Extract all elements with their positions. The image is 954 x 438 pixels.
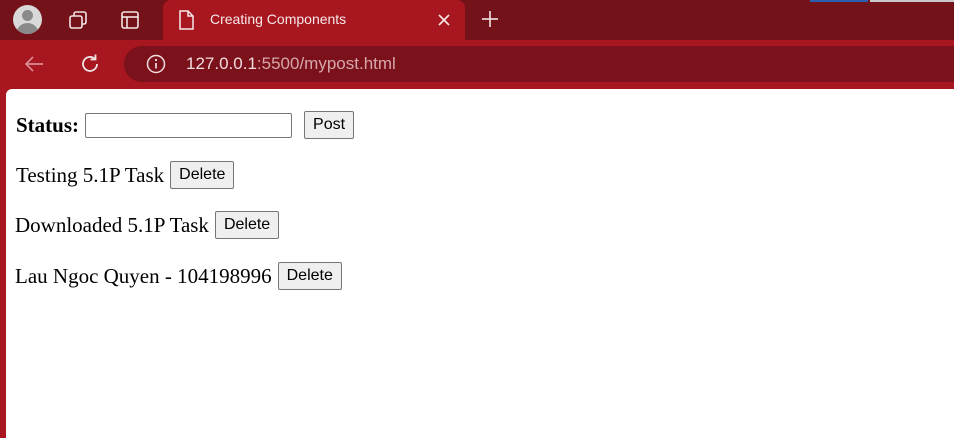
post-text: Lau Ngoc Quyen - 104198996 <box>15 263 272 288</box>
post-text: Testing 5.1P Task <box>16 162 165 187</box>
close-icon[interactable] <box>434 10 454 30</box>
post-item: Testing 5.1P Task Delete <box>16 160 235 190</box>
browser-toolbar: 127.0.0.1:5500/mypost.html <box>0 40 954 88</box>
status-label: Status: <box>16 112 80 137</box>
status-input[interactable] <box>85 112 293 138</box>
tab-actions-icon[interactable] <box>119 9 141 31</box>
status-form: Status: Post <box>16 110 355 140</box>
post-button[interactable]: Post <box>304 111 355 139</box>
new-tab-icon[interactable] <box>479 8 501 30</box>
reload-icon[interactable] <box>78 52 102 76</box>
page-icon <box>179 10 194 30</box>
post-text: Downloaded 5.1P Task <box>15 212 209 237</box>
url-text: 127.0.0.1:5500/mypost.html <box>186 54 396 74</box>
workspaces-icon[interactable] <box>67 9 89 31</box>
post-item: Downloaded 5.1P Task Delete <box>15 210 280 240</box>
tab-strip: Creating Components <box>0 0 954 40</box>
active-tab[interactable]: Creating Components <box>163 0 465 40</box>
site-info-icon[interactable] <box>146 54 166 74</box>
delete-button[interactable]: Delete <box>277 262 342 290</box>
url-path: :5500/mypost.html <box>256 54 396 73</box>
address-bar[interactable]: 127.0.0.1:5500/mypost.html <box>124 46 954 82</box>
profile-avatar-icon[interactable] <box>13 5 42 34</box>
post-item: Lau Ngoc Quyen - 104198996 Delete <box>15 261 342 291</box>
page-content: Status: Post Testing 5.1P Task Delete Do… <box>6 89 954 438</box>
delete-button[interactable]: Delete <box>214 211 280 239</box>
url-host: 127.0.0.1 <box>186 54 257 73</box>
tab-title: Creating Components <box>210 11 347 27</box>
delete-button[interactable]: Delete <box>170 161 235 189</box>
window-accent-line-2 <box>870 0 954 2</box>
back-arrow-icon[interactable] <box>22 52 46 76</box>
window-accent-line <box>810 0 868 2</box>
